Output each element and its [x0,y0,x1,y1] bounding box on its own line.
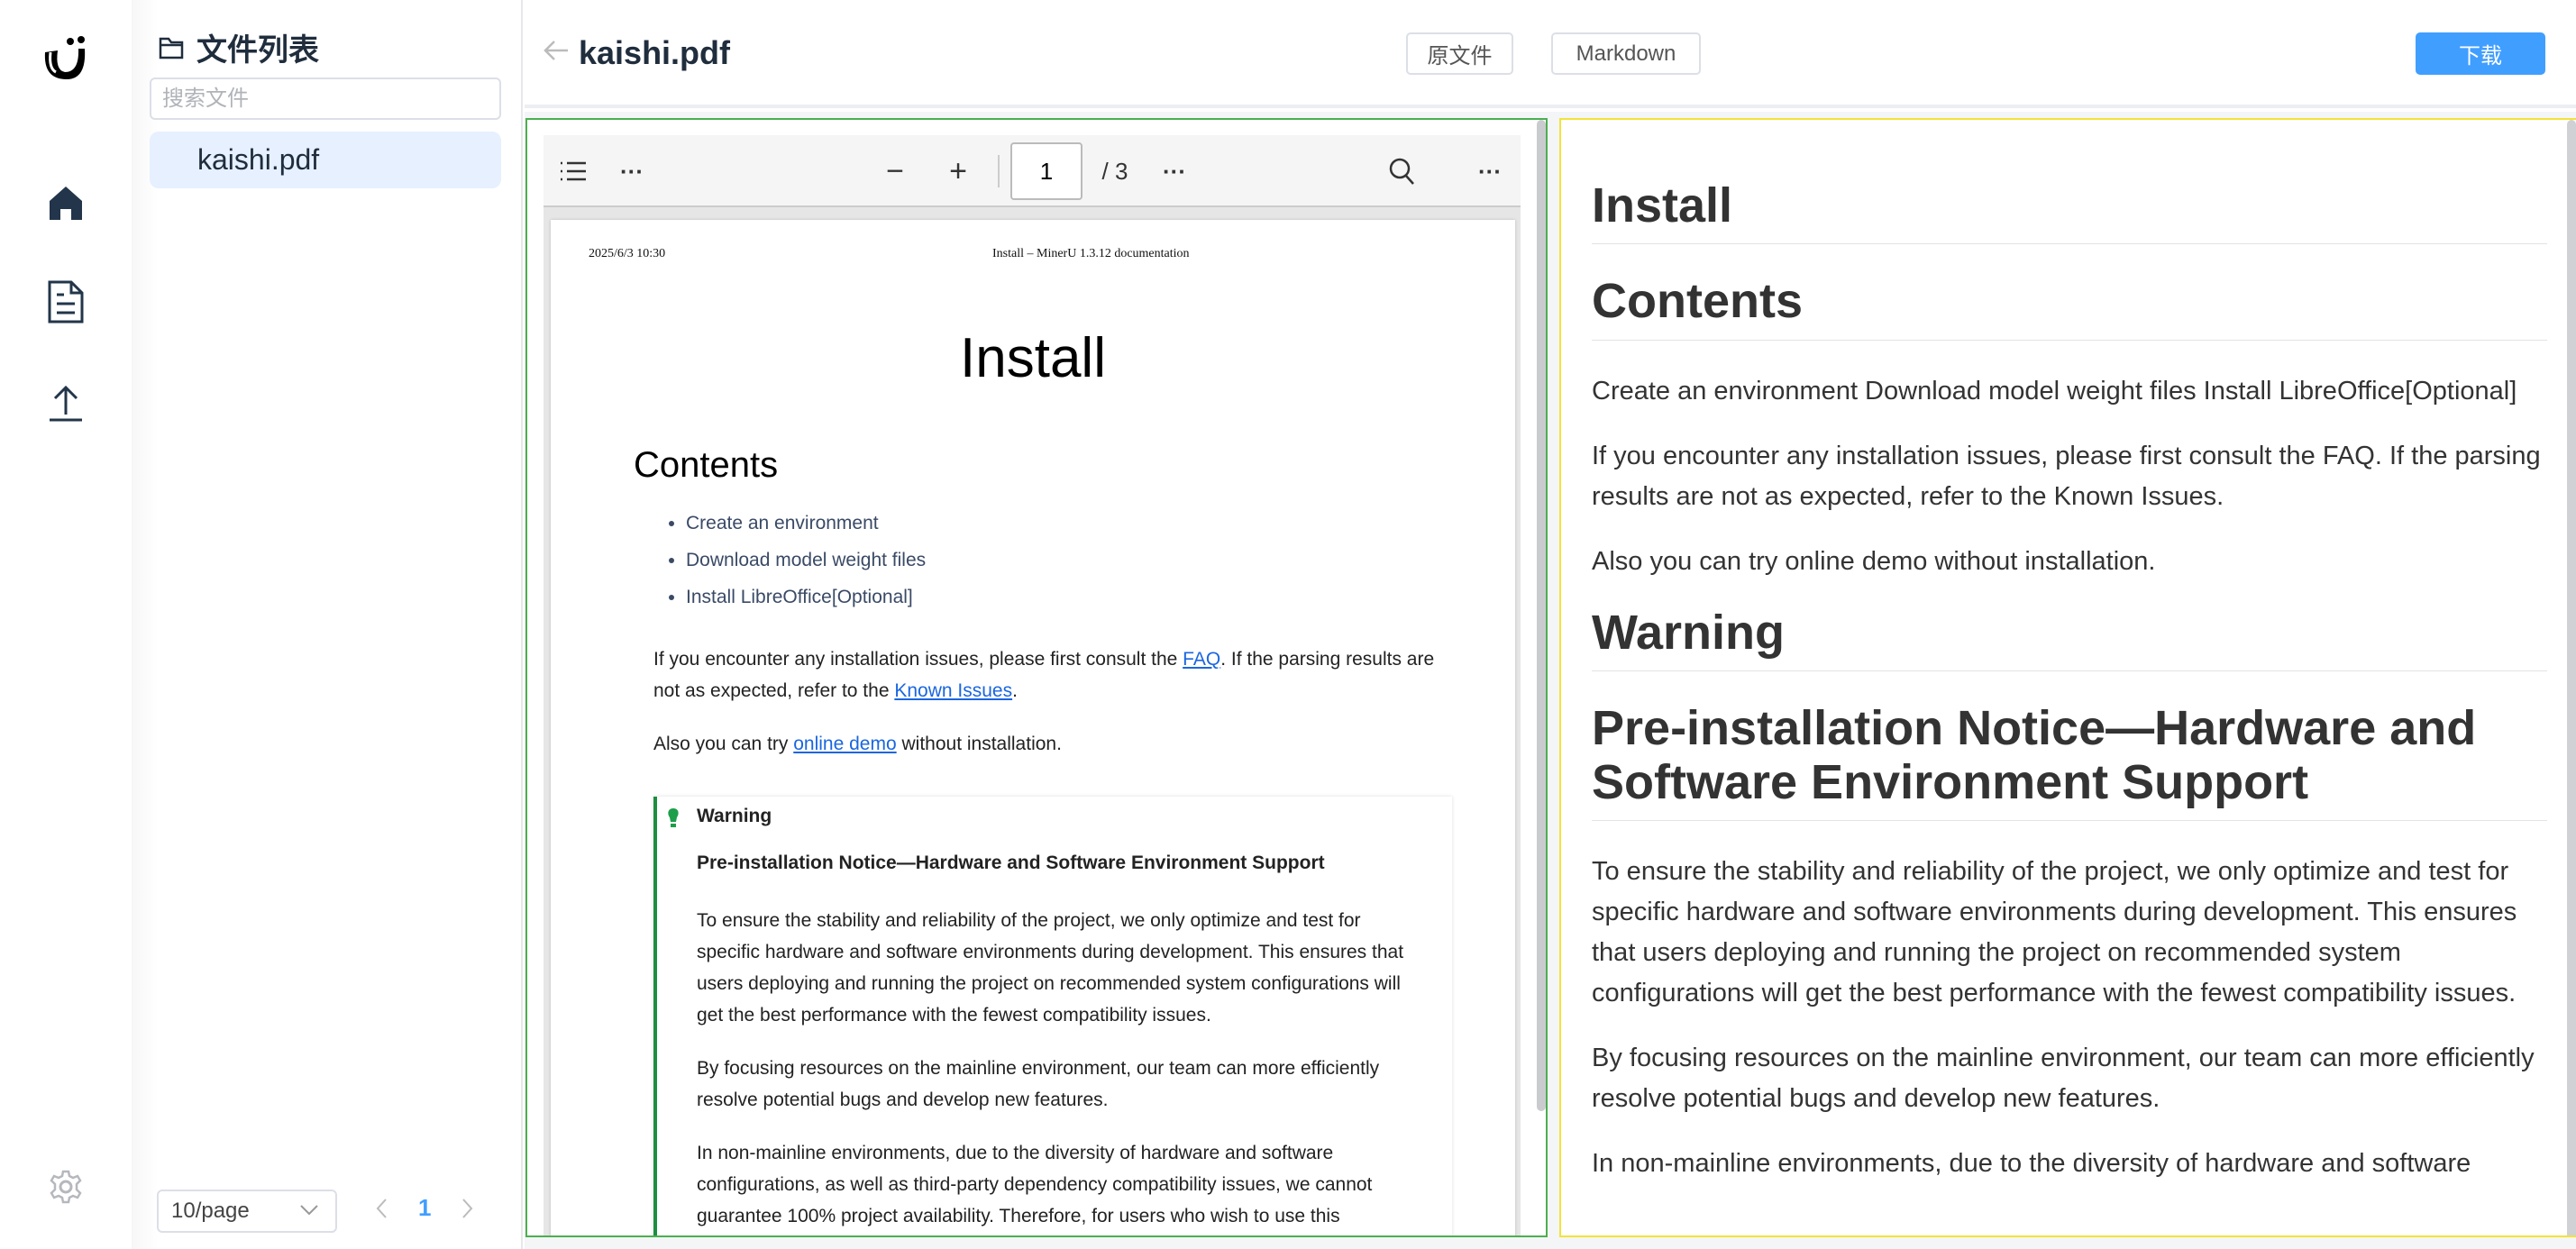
original-file-button[interactable]: 原文件 [1406,32,1513,75]
zoom-in-icon[interactable]: + [940,135,976,207]
lightbulb-icon [668,808,679,827]
chevron-down-icon [300,1205,318,1216]
md-heading: Pre-installation Notice—Hardware and Sof… [1592,702,2547,821]
toolbar-menu-icon[interactable]: ··· [1472,135,1508,207]
contents-link[interactable]: Download model weight files [686,550,926,587]
search-files-input[interactable] [150,77,501,120]
md-paragraph: Also you can try online demo without ins… [1592,546,2156,576]
md-paragraph: If you encounter any installation issues… [1592,441,2541,511]
markdown-button[interactable]: Markdown [1551,32,1701,75]
warning-subtitle: Pre-installation Notice—Hardware and Sof… [697,852,1325,873]
pdf-contents-heading: Contents [634,445,779,485]
md-paragraph: To ensure the stability and reliability … [1592,856,2517,1007]
more-page-options-icon[interactable]: ··· [1156,135,1192,207]
contents-link[interactable]: Install LibreOffice[Optional] [686,587,926,624]
settings-icon[interactable] [40,1161,92,1213]
md-heading: Warning [1592,606,2547,672]
download-button[interactable]: 下载 [2416,32,2545,75]
home-icon[interactable] [40,177,92,229]
pdf-contents-list: Create an environment Download model wei… [686,513,926,624]
zoom-out-icon[interactable]: − [877,135,913,207]
markdown-content: Install Contents Create an environment D… [1592,178,2547,1208]
contents-link[interactable]: Create an environment [686,513,926,550]
markdown-pane: Install Contents Create an environment D… [1559,118,2576,1237]
document-title: kaishi.pdf [579,34,731,71]
current-page-number[interactable]: 1 [418,1194,431,1222]
pagination: 1 [375,1194,474,1222]
file-list-header: 文件列表 [159,25,319,69]
next-page-icon[interactable] [461,1198,474,1219]
text: If you encounter any installation issues… [653,649,1183,670]
page-size-value: 10/page [171,1199,250,1223]
back-arrow-icon[interactable] [543,40,570,61]
faq-link[interactable]: FAQ [1183,649,1220,670]
folder-icon [159,37,184,59]
markdown-scrollbar[interactable] [2567,120,2576,1235]
logo-icon [40,32,92,85]
pdf-paragraph: If you encounter any installation issues… [653,643,1447,707]
warning-paragraph: By focusing resources on the mainline en… [697,1058,1380,1110]
md-heading: Contents [1592,275,2547,341]
page-number-input[interactable] [1010,142,1082,200]
md-heading: Install [1592,178,2547,245]
pdf-page: 2025/6/3 10:30 Install – MinerU 1.3.12 d… [551,220,1515,1235]
icon-sidebar [0,0,132,1249]
warning-callout: Warning Pre-installation Notice—Hardware… [653,797,1452,1235]
upload-icon[interactable] [40,377,92,429]
known-issues-link[interactable]: Known Issues [894,680,1012,701]
text: . [1012,680,1018,701]
md-paragraph: Create an environment Download model wei… [1592,376,2517,406]
pdf-scrollbar[interactable] [1537,120,1546,1111]
page-size-select[interactable]: 10/page [157,1190,337,1233]
warning-title: Warning [697,806,772,826]
page-header-date: 2025/6/3 10:30 [589,247,666,260]
page-header-title: Install – MinerU 1.3.12 documentation [992,247,1190,260]
document-icon[interactable] [40,276,92,328]
warning-paragraph: In non-mainline environments, due to the… [697,1143,1373,1226]
search-icon[interactable] [1384,135,1420,207]
prev-page-icon[interactable] [375,1198,388,1219]
pdf-paragraph: Also you can try online demo without ins… [653,728,1447,760]
file-item-kaishi-pdf[interactable]: kaishi.pdf [150,132,501,188]
pdf-toolbar: ··· − + / 3 ··· ··· [544,135,1521,207]
file-list-title: 文件列表 [196,33,319,68]
file-list-panel: 文件列表 kaishi.pdf 10/page 1 [132,0,523,1249]
page-total: / 3 [1101,157,1128,185]
online-demo-link[interactable]: online demo [793,734,896,754]
md-paragraph: By focusing resources on the mainline en… [1592,1043,2535,1113]
pdf-viewer-pane: ··· − + / 3 ··· ··· 2025/6/3 10:30 Insta… [525,118,1548,1237]
text: without installation. [896,734,1062,754]
workspace: ··· − + / 3 ··· ··· 2025/6/3 10:30 Insta… [525,112,2576,1249]
pdf-title: Install [960,327,1106,389]
text: Also you can try [653,734,794,754]
outline-list-icon[interactable] [553,135,594,207]
pdf-page-area: 2025/6/3 10:30 Install – MinerU 1.3.12 d… [544,207,1521,1235]
md-paragraph: In non-mainline environments, due to the… [1592,1148,2471,1178]
warning-paragraph: To ensure the stability and reliability … [697,910,1404,1026]
more-options-icon[interactable]: ··· [614,135,650,207]
toolbar-divider [998,155,1000,187]
top-header: kaishi.pdf 原文件 Markdown 下载 [525,0,2576,108]
